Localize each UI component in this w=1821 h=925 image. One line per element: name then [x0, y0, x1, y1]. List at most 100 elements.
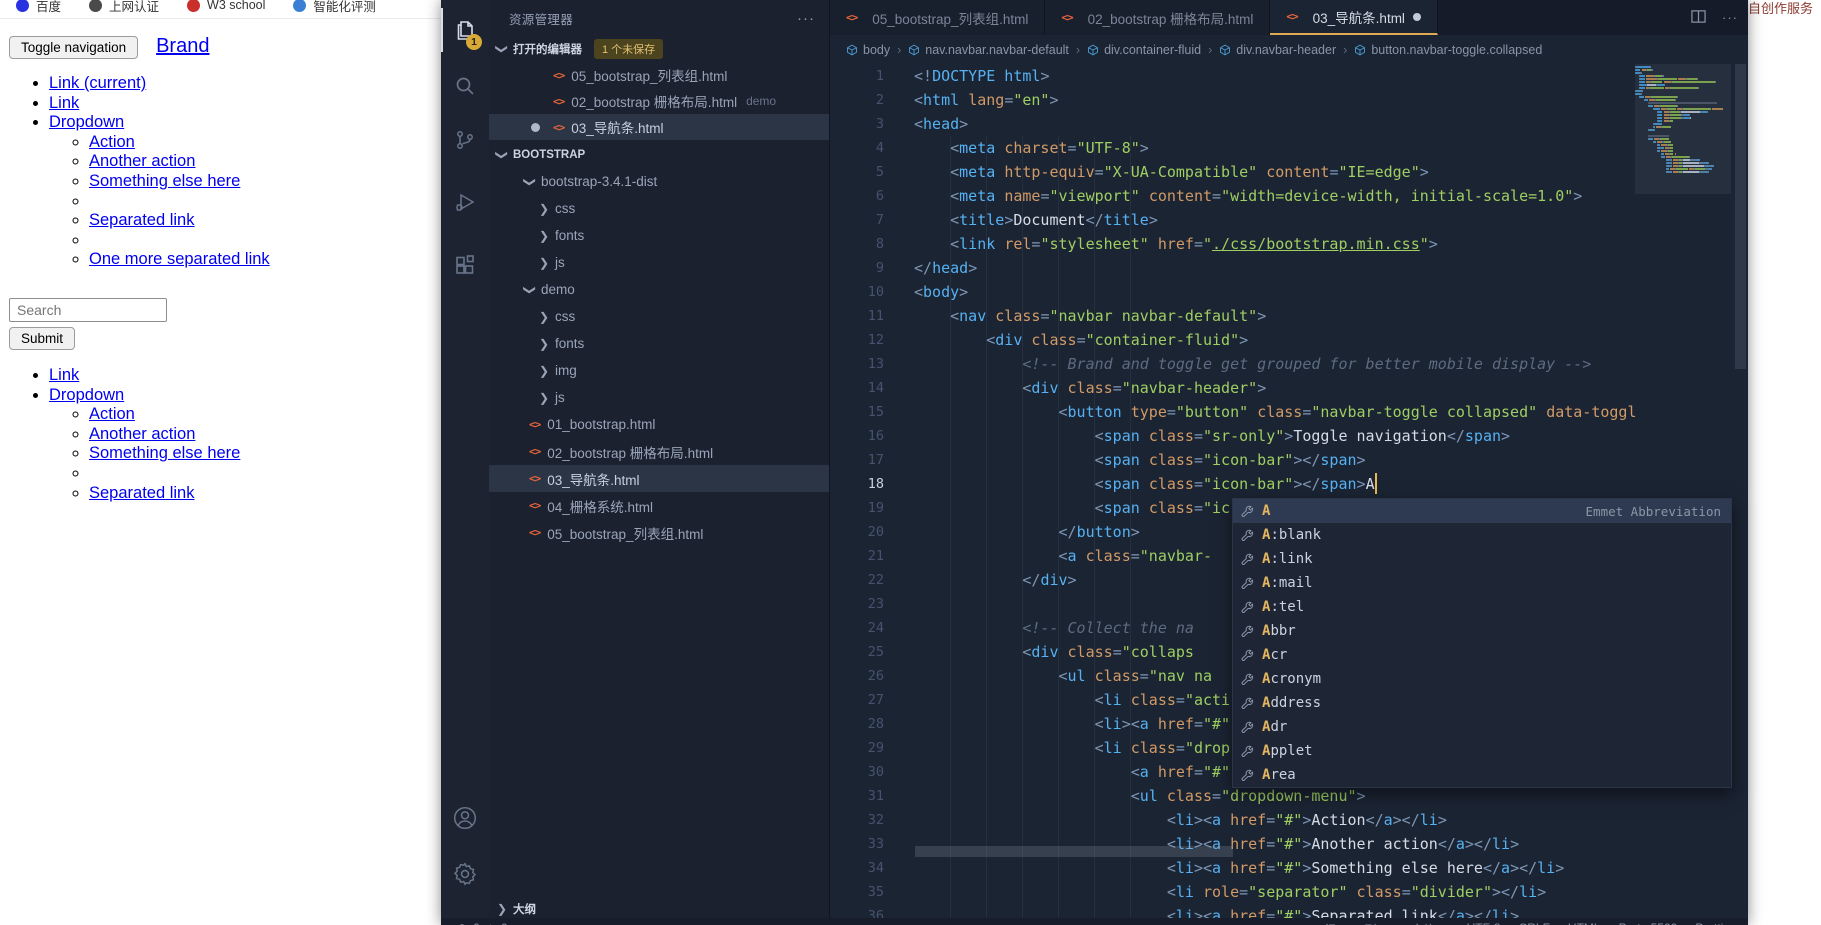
- suggest-item[interactable]: Acr: [1233, 643, 1731, 667]
- nav-link[interactable]: Action: [89, 133, 135, 151]
- brand-link[interactable]: Brand: [156, 35, 209, 58]
- more-actions-icon[interactable]: ···: [1722, 10, 1738, 25]
- status-item[interactable]: CRLF: [1519, 921, 1550, 925]
- tree-file[interactable]: <> 04_栅格系统.html: [489, 492, 829, 519]
- bookmark-item[interactable]: 智能化评测: [293, 0, 376, 15]
- submit-button[interactable]: Submit: [9, 326, 76, 350]
- breadcrumb-item[interactable]: nav.navbar.navbar-default: [908, 43, 1069, 57]
- nav-link[interactable]: Action: [89, 405, 135, 423]
- status-item[interactable]: UTF-8: [1467, 921, 1501, 925]
- nav-link[interactable]: Separated link: [89, 211, 195, 229]
- list-item: DropdownAction Another actionSomething el…: [49, 386, 441, 504]
- horizontal-scrollbar[interactable]: [915, 846, 1233, 857]
- nav-link[interactable]: Something else here: [89, 172, 240, 190]
- tree-file[interactable]: <> 01_bootstrap.html: [489, 411, 829, 438]
- code-line: 34 <li><a href="#">Something else here</…: [830, 856, 1748, 880]
- tree-folder[interactable]: ❯ css: [489, 195, 829, 222]
- tree-folder[interactable]: ❯ fonts: [489, 222, 829, 249]
- split-editor-icon[interactable]: [1691, 9, 1706, 27]
- toggle-navigation-button[interactable]: Toggle navigation: [9, 36, 139, 59]
- html-file-icon: <>: [529, 499, 541, 512]
- suggest-item[interactable]: Adr: [1233, 715, 1731, 739]
- breadcrumb-item[interactable]: body: [846, 43, 890, 57]
- breadcrumb-item[interactable]: div.navbar-header: [1219, 43, 1336, 57]
- tree-folder[interactable]: ❯ css: [489, 303, 829, 330]
- nav-link[interactable]: Dropdown: [49, 386, 124, 404]
- tree-file[interactable]: <> 05_bootstrap_列表组.html: [489, 519, 829, 546]
- status-item[interactable]: 行 18，列 46: [1324, 921, 1393, 925]
- open-editor-item[interactable]: <> 03_导航条.html: [489, 114, 829, 140]
- suggest-item[interactable]: A:link: [1233, 547, 1731, 571]
- line-number: 16: [867, 428, 884, 444]
- open-editors-section[interactable]: ❯ 打开的编辑器 1 个未保存: [489, 36, 829, 62]
- activity-files-icon[interactable]: 1: [441, 8, 489, 52]
- nav-link[interactable]: Dropdown: [49, 113, 124, 131]
- nav-link[interactable]: Another action: [89, 425, 195, 443]
- nav-link[interactable]: Something else here: [89, 444, 240, 462]
- activity-run-debug-icon[interactable]: [441, 180, 489, 224]
- breadcrumb-item[interactable]: button.navbar-toggle.collapsed: [1354, 43, 1542, 57]
- tree-file[interactable]: <> 02_bootstrap 栅格布局.html: [489, 438, 829, 465]
- bookmark-item[interactable]: W3 school: [187, 0, 265, 12]
- nav-link[interactable]: One more separated link: [89, 250, 270, 268]
- nav-link[interactable]: Another action: [89, 152, 195, 170]
- vertical-scrollbar[interactable]: [1733, 64, 1748, 918]
- tree-folder[interactable]: ❯ js: [489, 384, 829, 411]
- suggest-item[interactable]: A:mail: [1233, 571, 1731, 595]
- status-item[interactable]: Port : 5500: [1619, 921, 1678, 925]
- list-item: Action: [89, 133, 441, 153]
- bootstrap-section[interactable]: ❯ BOOTSTRAP: [489, 142, 829, 168]
- breadcrumb-item[interactable]: div.container-fluid: [1087, 43, 1201, 57]
- html-file-icon: <>: [529, 472, 541, 485]
- editor-tab[interactable]: <> 02_bootstrap 栅格布局.html: [1045, 0, 1271, 35]
- code-line: 18 <span class="icon-bar"></span>A: [830, 472, 1748, 496]
- breadcrumb-separator-icon: ›: [1208, 42, 1213, 57]
- wrench-icon: [1241, 577, 1254, 590]
- nav-link[interactable]: Link: [49, 366, 79, 384]
- problems-status[interactable]: ⊘ 0 △ 0: [457, 921, 508, 925]
- tree-folder[interactable]: ❯ demo: [489, 276, 829, 303]
- bookmark-item[interactable]: 百度: [16, 0, 61, 15]
- status-item[interactable]: Prettier: [1695, 921, 1734, 925]
- activity-settings-gear-icon[interactable]: [441, 852, 489, 896]
- suggest-item[interactable]: Applet: [1233, 739, 1731, 763]
- open-editor-item[interactable]: <> 05_bootstrap_列表组.html: [489, 62, 829, 88]
- bookmark-item[interactable]: 上网认证: [89, 0, 159, 15]
- suggest-item[interactable]: A:tel: [1233, 595, 1731, 619]
- status-item[interactable]: 空格: 2: [1411, 921, 1448, 925]
- tree-file[interactable]: <> 03_导航条.html: [489, 465, 829, 492]
- editor-tab[interactable]: <> 03_导航条.html: [1270, 0, 1438, 35]
- suggest-item[interactable]: Abbr: [1233, 619, 1731, 643]
- tree-folder[interactable]: ❯ img: [489, 357, 829, 384]
- editor-tab[interactable]: <> 05_bootstrap_列表组.html: [830, 0, 1046, 35]
- activity-search-icon[interactable]: [441, 64, 489, 108]
- html-file-icon: <>: [529, 418, 541, 431]
- suggest-item[interactable]: Acronym: [1233, 667, 1731, 691]
- code-editor[interactable]: 1 <!DOCTYPE html> 2 <html lang="en"> 3 <head>…: [830, 64, 1748, 925]
- wrench-icon: [1241, 553, 1254, 566]
- text-cursor: [1375, 473, 1378, 494]
- suggest-item[interactable]: Address: [1233, 691, 1731, 715]
- activity-account-icon[interactable]: [441, 796, 489, 840]
- nav-link[interactable]: Link (current): [49, 74, 146, 92]
- nav-link[interactable]: Link: [49, 94, 79, 112]
- activity-source-control-icon[interactable]: [441, 118, 489, 162]
- screen: 百度 上网认证 W3 school 智能化评测 Toggle navigation B…: [0, 0, 1821, 925]
- tree-folder[interactable]: ❯ js: [489, 249, 829, 276]
- nav-link[interactable]: Separated link: [89, 484, 195, 502]
- activity-extensions-icon[interactable]: [441, 244, 489, 288]
- suggest-item[interactable]: Area: [1233, 763, 1731, 787]
- chevron-right-icon: ❯: [496, 902, 508, 916]
- suggest-item[interactable]: A:blank: [1233, 523, 1731, 547]
- minimap[interactable]: [1635, 66, 1731, 174]
- tree-folder[interactable]: ❯ fonts: [489, 330, 829, 357]
- bootstrap-section-label: BOOTSTRAP: [513, 149, 586, 161]
- open-editor-item[interactable]: <> 02_bootstrap 栅格布局.html demo: [489, 88, 829, 114]
- search-input[interactable]: [9, 297, 167, 322]
- line-number: 2: [875, 92, 884, 108]
- status-item[interactable]: HTML: [1568, 921, 1601, 925]
- bookmark-favicon-icon: [187, 0, 201, 12]
- suggest-item[interactable]: A Emmet Abbreviation: [1233, 499, 1731, 523]
- ellipsis-icon[interactable]: ···: [797, 10, 815, 27]
- tree-folder[interactable]: ❯ bootstrap-3.4.1-dist: [489, 168, 829, 195]
